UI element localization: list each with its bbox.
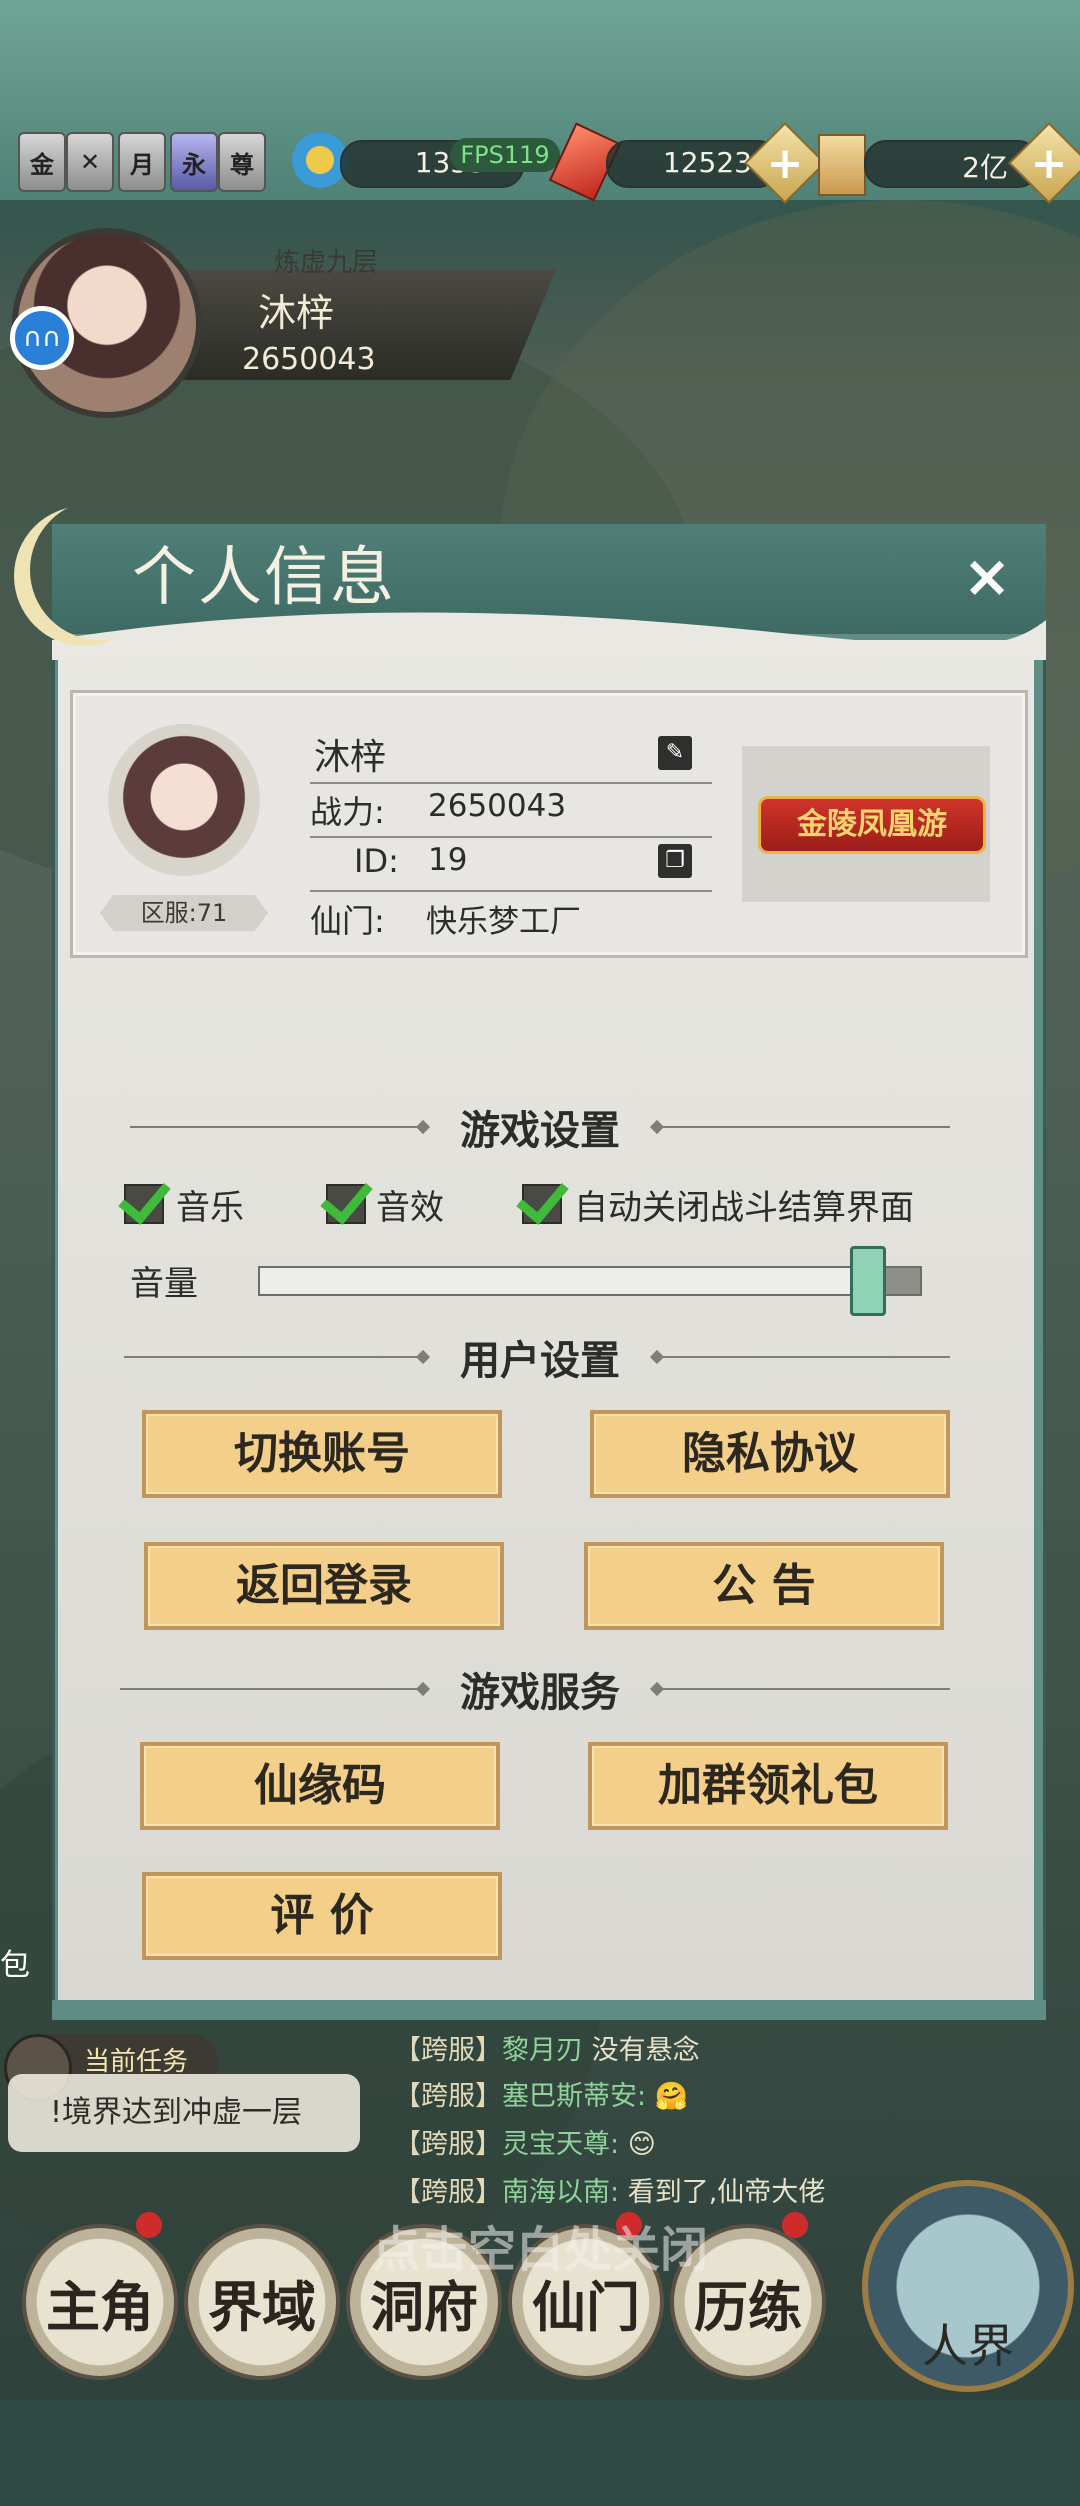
side-icon-cross[interactable]: ✕ [66,132,114,192]
game-services-title: 游戏服务 [460,1669,620,1716]
edit-name-button[interactable]: ✎ [658,736,692,770]
auto-close-label: 自动关闭战斗结算界面 [574,1188,914,1228]
player-name: 沐梓 [258,291,335,335]
user-settings-title: 用户设置 [460,1337,620,1384]
side-icon-label: 永 [182,150,206,179]
rate-button[interactable]: 评 价 [142,1872,502,1960]
profile-avatar[interactable] [108,724,260,876]
resource-3-value: 2亿 [962,151,1008,184]
section-divider [120,1688,422,1690]
chat-message: 😊 [627,2129,656,2160]
fate-code-button[interactable]: 仙缘码 [140,1742,500,1830]
side-icon-gold[interactable]: 金 [18,132,66,192]
human-realm-button[interactable]: 人界 [862,2180,1074,2392]
id-label: ID: [354,842,399,880]
power-value: 2650043 [428,788,567,824]
power-label: 战力: [310,793,385,831]
side-icon-honor[interactable]: 尊 [218,132,266,192]
chat-sender: 灵宝天尊: [502,2129,620,2160]
chat-line[interactable]: 【跨服】塞巴斯蒂安: 🤗 [394,2074,688,2113]
section-divider [658,1126,950,1128]
volume-label: 音量 [130,1264,198,1304]
music-checkbox[interactable] [118,1170,171,1225]
chat-tag: 【跨服】 [394,2177,502,2208]
side-icon-label: 金 [30,150,54,179]
volume-slider[interactable] [258,1266,922,1296]
chat-message: 看到了,仙帝大佬 [627,2177,826,2208]
chat-tag: 【跨服】 [394,2129,502,2160]
game-settings-title: 游戏设置 [460,1107,620,1154]
side-icon-eternal[interactable]: 永 [170,132,218,192]
side-icon-label: ✕ [79,148,101,176]
side-bag-label[interactable]: 包 [0,1940,30,1983]
chat-tag: 【跨服】 [394,2035,502,2066]
pencil-icon: ✎ [665,740,685,765]
chat-bubble-icon[interactable]: ∩∩ [10,306,74,370]
id-value: 19 [428,842,468,878]
plus-icon: + [1030,137,1068,189]
section-divider [124,1356,422,1358]
chat-sender: 塞巴斯蒂安: [502,2081,647,2112]
volume-fill [260,1268,868,1294]
privacy-policy-button[interactable]: 隐私协议 [590,1410,950,1498]
chat-sender: 黎月刃 [502,2035,583,2066]
player-realm: 炼虚九层 [274,248,379,278]
sound-effects-checkbox[interactable] [320,1170,373,1225]
chat-line[interactable]: 【跨服】灵宝天尊: 😊 [394,2122,656,2161]
chat-tag: 【跨服】 [394,2081,502,2112]
join-group-gift-button[interactable]: 加群领礼包 [588,1742,948,1830]
server-tag: 区服:71 [100,895,268,931]
chat-message: 没有悬念 [591,2035,700,2066]
sect-value: 快乐梦工厂 [426,904,581,940]
chat-message: 🤗 [654,2081,689,2112]
chat-sender: 南海以南: [502,2177,620,2208]
scroll-icon [818,134,866,196]
music-label: 音乐 [176,1188,244,1228]
back-to-login-button[interactable]: 返回登录 [144,1542,504,1630]
current-task[interactable]: !境界达到冲虚一层 [8,2074,360,2152]
sect-label: 仙门: [310,902,385,940]
profile-name: 沐梓 [314,737,387,778]
copy-icon: ❐ [665,848,685,873]
auto-close-checkbox[interactable] [516,1170,569,1225]
resource-2-value: 12523 [662,146,752,179]
fps-counter: FPS119 [450,138,560,172]
section-divider [658,1356,950,1358]
copy-id-button[interactable]: ❐ [658,844,692,878]
publisher-banner[interactable]: 金陵凤凰游 [758,796,986,854]
player-power: 2650043 [242,342,376,377]
dialog-bottom-edge [52,2000,1046,2020]
chat-line[interactable]: 【跨服】南海以南: 看到了,仙帝大佬 [394,2170,825,2209]
sound-effects-label: 音效 [376,1188,444,1228]
side-icon-moon[interactable]: 月 [118,132,166,192]
side-icon-label: 尊 [230,150,254,179]
side-icon-label: 月 [130,150,154,179]
announcement-button[interactable]: 公 告 [584,1542,944,1630]
dialog-title: 个人信息 [132,541,396,615]
section-divider [658,1688,950,1690]
volume-slider-handle[interactable] [850,1246,887,1316]
section-divider [130,1126,422,1128]
chat-line[interactable]: 【跨服】黎月刃 没有悬念 [394,2028,700,2067]
switch-account-button[interactable]: 切换账号 [142,1410,502,1498]
close-button[interactable]: × [962,547,1012,605]
plus-icon: + [766,137,804,189]
